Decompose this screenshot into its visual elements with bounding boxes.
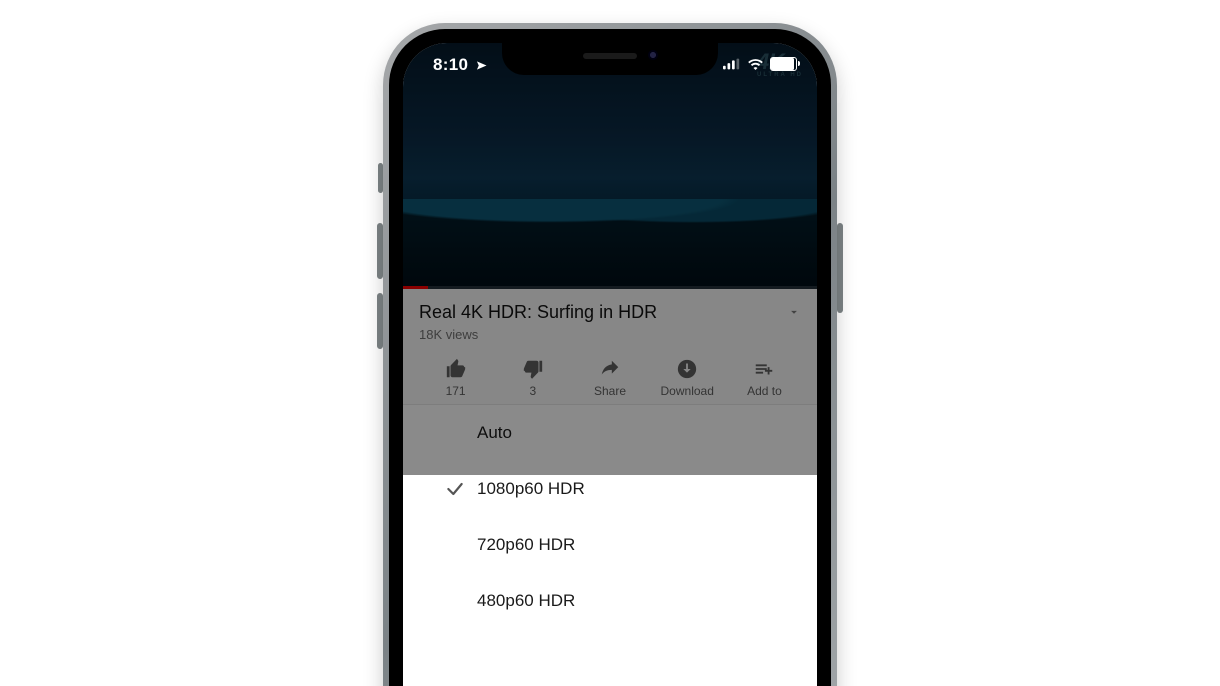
quality-option-480p60-hdr[interactable]: 480p60 HDR bbox=[403, 573, 817, 629]
status-time: 8:10 bbox=[433, 55, 468, 74]
video-title: Real 4K HDR: Surfing in HDR bbox=[419, 301, 657, 323]
check-icon bbox=[445, 479, 465, 499]
share-button[interactable]: Share bbox=[573, 358, 646, 398]
thumbs-down-icon bbox=[522, 358, 544, 380]
download-button[interactable]: Download bbox=[651, 358, 724, 398]
playlist-add-icon bbox=[752, 358, 776, 380]
wifi-icon bbox=[747, 58, 764, 70]
location-icon bbox=[476, 60, 487, 71]
expand-button[interactable] bbox=[787, 305, 801, 319]
screen: 8:10 bbox=[403, 43, 817, 686]
cellular-icon bbox=[723, 58, 741, 70]
chevron-down-icon bbox=[787, 305, 801, 319]
quality-sheet: Auto 1080p60 HDR 720p60 HDR 480 bbox=[403, 405, 817, 629]
quality-option-720p60-hdr[interactable]: 720p60 HDR bbox=[403, 517, 817, 573]
notch bbox=[502, 43, 718, 75]
quality-option-auto[interactable]: Auto bbox=[403, 405, 817, 461]
quality-option-1080p60-hdr[interactable]: 1080p60 HDR bbox=[403, 461, 817, 517]
share-icon bbox=[599, 358, 621, 380]
progress-bar[interactable] bbox=[403, 286, 817, 289]
view-count: 18K views bbox=[419, 327, 801, 342]
dislike-count: 3 bbox=[529, 384, 536, 398]
download-label: Download bbox=[661, 384, 714, 398]
like-count: 171 bbox=[446, 384, 466, 398]
phone-frame: 8:10 bbox=[383, 23, 837, 686]
like-button[interactable]: 171 bbox=[419, 358, 492, 398]
share-label: Share bbox=[594, 384, 626, 398]
addto-button[interactable]: Add to bbox=[728, 358, 801, 398]
thumbs-up-icon bbox=[445, 358, 467, 380]
video-info: Real 4K HDR: Surfing in HDR 18K views 17… bbox=[403, 289, 817, 405]
power-button bbox=[837, 223, 843, 313]
download-icon bbox=[676, 358, 698, 380]
dislike-button[interactable]: 3 bbox=[496, 358, 569, 398]
addto-label: Add to bbox=[747, 384, 782, 398]
battery-icon bbox=[770, 57, 797, 71]
